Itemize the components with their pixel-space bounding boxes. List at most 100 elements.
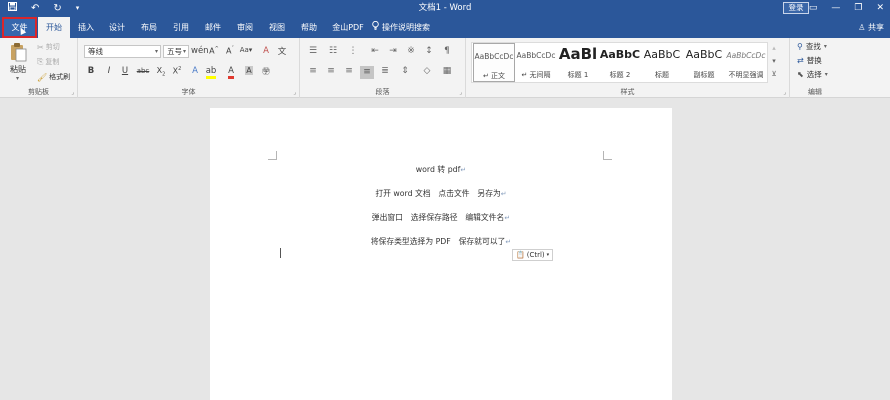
chevron-down-icon[interactable]: ▾ [16,75,19,82]
shrink-font-icon[interactable]: Aˇ [223,46,237,56]
style-subtle-emphasis[interactable]: AaBbCcDc 不明显强调 [725,43,767,82]
align-left-icon[interactable]: ≡ [306,66,320,76]
copy-icon: ⎘ [37,57,44,66]
login-button[interactable]: 登录 [783,2,809,14]
tab-layout[interactable]: 布局 [137,17,161,38]
ribbon-tabs: 文件 开始 插入 设计 布局 引用 邮件 审阅 视图 帮助 金山PDF 操作说明… [0,17,890,38]
doc-line[interactable]: 将保存类型选择为 PDF 保存就可以了↵ [210,236,672,247]
chinese-layout-icon[interactable]: ※ [404,46,418,56]
show-marks-icon[interactable]: ¶ [440,46,454,56]
chevron-up-icon[interactable]: ▴ [769,42,779,55]
bullets-icon[interactable]: ☰ [306,46,320,56]
style-heading-1[interactable]: AaBl 标题 1 [557,43,599,82]
align-right-icon[interactable]: ≡ [342,66,356,76]
italic-icon[interactable]: I [102,66,116,76]
doc-line[interactable]: word 转 pdf↵ [210,164,672,175]
scissors-icon: ✂ [37,42,44,52]
margin-mark-top-right [603,151,612,160]
clear-formatting-icon[interactable]: A [259,46,273,56]
style-no-spacing[interactable]: AaBbCcDc ↵ 无间隔 [515,43,557,82]
numbering-icon[interactable]: ☷ [326,46,340,56]
subscript-icon[interactable]: X2 [154,66,168,78]
replace-button[interactable]: ⇄ 替换 [797,55,822,66]
font-color-icon[interactable]: A [224,66,238,79]
strikethrough-icon[interactable]: abc [136,67,150,75]
paste-button[interactable]: 粘贴 [10,64,26,75]
minimize-icon[interactable]: — [831,0,840,17]
dialog-launcher-icon[interactable]: ⌟ [459,89,462,96]
tab-insert[interactable]: 插入 [74,17,98,38]
paste-icon[interactable] [10,42,27,62]
grow-font-icon[interactable]: A^ [207,46,221,56]
group-label-paragraph: 段落 [375,88,390,96]
font-name-select[interactable]: 等线 ▾ [84,45,161,58]
chevron-down-icon: ▾ [823,43,827,50]
multilevel-list-icon[interactable]: ⋮ [346,46,360,56]
tab-kingsoft-pdf[interactable]: 金山PDF [330,17,366,38]
format-painter-button[interactable]: 🖌 格式刷 [37,72,70,82]
ribbon-display-options-icon[interactable]: ▭ [809,0,818,17]
margin-mark-top-left [268,151,277,160]
sort-icon[interactable]: ↕ [422,46,436,56]
borders-icon[interactable]: ▦ [440,66,454,76]
font-size-select[interactable]: 五号 ▾ [163,45,189,58]
tab-home[interactable]: 开始 [38,17,70,38]
share-button[interactable]: ♙ 共享 [858,17,884,38]
phonetic-guide-icon[interactable]: 文 [275,45,289,57]
tab-references[interactable]: 引用 [169,17,193,38]
style-normal[interactable]: AaBbCcDc ↵ 正文 [473,43,515,82]
style-heading-2[interactable]: AaBbC 标题 2 [599,43,641,82]
copy-button[interactable]: ⎘ 复制 [37,57,59,67]
chevron-down-icon[interactable]: ▾ [769,55,779,68]
highlight-icon[interactable]: ab [204,66,218,79]
group-label-editing: 编辑 [808,88,822,96]
window-controls: ▭ — ❐ ✕ [809,0,884,17]
style-subtitle[interactable]: AaBbC 副标题 [683,43,725,82]
wen-font-icon[interactable]: wén [191,46,209,56]
justify-icon[interactable]: ≡ [360,66,374,79]
tab-mailings[interactable]: 邮件 [201,17,225,38]
cut-button[interactable]: ✂ 剪切 [37,42,60,52]
decrease-indent-icon[interactable]: ⇤ [368,46,382,56]
dialog-launcher-icon[interactable]: ⌟ [71,89,74,96]
distributed-icon[interactable]: ≣ [378,66,392,76]
cursor-select-icon: ⬉ [797,70,804,79]
tab-view[interactable]: 视图 [265,17,289,38]
find-button[interactable]: ⚲ 查找 ▾ [797,41,827,52]
text-effects-icon[interactable]: A [188,66,202,76]
tab-help[interactable]: 帮助 [297,17,321,38]
tell-me-search[interactable]: 操作说明搜索 [372,17,434,38]
search-icon: ⚲ [797,42,803,51]
group-label-styles: 样式 [620,88,635,96]
share-label: 共享 [868,23,884,32]
text-cursor [280,248,281,258]
increase-indent-icon[interactable]: ⇥ [386,46,400,56]
select-button[interactable]: ⬉ 选择 ▾ [797,69,828,80]
lightbulb-icon [372,17,379,38]
change-case-icon[interactable]: Aa▾ [239,46,253,54]
bold-icon[interactable]: B [84,66,98,76]
tell-me-label: 操作说明搜索 [382,23,430,32]
style-title[interactable]: AaBbC 标题 [641,43,683,82]
group-label-clipboard: 剪贴板 [28,88,49,96]
dialog-launcher-icon[interactable]: ⌟ [293,89,296,96]
underline-icon[interactable]: U [118,66,132,76]
more-icon[interactable]: ⊻ [769,68,779,81]
style-gallery-more[interactable]: ▴ ▾ ⊻ [769,42,779,83]
enclose-characters-icon[interactable]: ㊫ [259,66,273,77]
paste-options-button[interactable]: 📋 (Ctrl) ▾ [512,249,554,261]
doc-line[interactable]: 弹出窗口 选择保存路径 编辑文件名↵ [210,212,672,223]
chevron-down-icon: ▾ [182,48,186,55]
character-shading-icon[interactable]: A [242,66,256,75]
shading-icon[interactable]: ◇ [420,66,434,76]
group-paragraph: ☰ ☷ ⋮ ⇤ ⇥ ※ ↕ ¶ ≡ ≡ ≡ ≡ ≣ ⇕ ◇ ▦ 段落 ⌟ [300,38,466,98]
superscript-icon[interactable]: X2 [170,66,184,76]
align-center-icon[interactable]: ≡ [324,66,338,76]
doc-line[interactable]: 打开 word 文档 点击文件 另存为↵ [210,188,672,199]
tab-design[interactable]: 设计 [105,17,129,38]
document-page[interactable]: word 转 pdf↵ 打开 word 文档 点击文件 另存为↵ 弹出窗口 选择… [210,108,672,400]
tab-review[interactable]: 审阅 [233,17,257,38]
close-icon[interactable]: ✕ [876,0,884,17]
restore-icon[interactable]: ❐ [854,0,862,17]
line-spacing-icon[interactable]: ⇕ [398,66,412,76]
